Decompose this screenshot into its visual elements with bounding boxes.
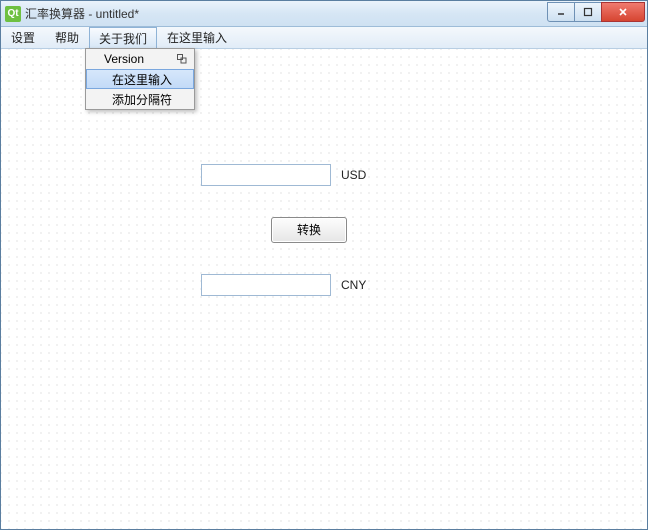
dropdown-label: 在这里输入 [96,71,188,88]
menu-settings[interactable]: 设置 [1,27,45,48]
dropdown-item-type-here[interactable]: 在这里输入 [86,69,194,89]
input-currency-label: USD [341,168,366,182]
result-input[interactable] [201,274,331,296]
output-currency-label: CNY [341,278,366,292]
window-controls [548,2,645,22]
menubar: 设置 帮助 关于我们 在这里输入 [1,27,647,49]
submenu-plus-icon [176,53,188,65]
dropdown-label: Version [96,52,176,66]
titlebar-left: Qt 汇率换算器 - untitled* [5,5,139,22]
about-dropdown: Version 在这里输入 添加分隔符 [85,48,195,110]
maximize-button[interactable] [574,2,602,22]
menu-help[interactable]: 帮助 [45,27,89,48]
dropdown-item-version[interactable]: Version [86,49,194,69]
dropdown-item-add-separator[interactable]: 添加分隔符 [86,89,194,109]
dropdown-label: 添加分隔符 [96,91,188,108]
minimize-button[interactable] [547,2,575,22]
titlebar: Qt 汇率换算器 - untitled* [1,1,647,27]
input-row: USD [201,164,366,186]
window-title: 汇率换算器 - untitled* [25,5,139,22]
amount-input[interactable] [201,164,331,186]
convert-button[interactable]: 转换 [271,217,347,243]
qt-icon: Qt [5,6,21,22]
close-button[interactable] [601,2,645,22]
output-row: CNY [201,274,366,296]
menu-about[interactable]: 关于我们 [89,27,157,48]
menu-type-here[interactable]: 在这里输入 [157,27,237,48]
app-window: Qt 汇率换算器 - untitled* 设置 帮助 关于我们 在这里输入 US… [0,0,648,530]
form-canvas: USD 转换 CNY [1,49,647,529]
